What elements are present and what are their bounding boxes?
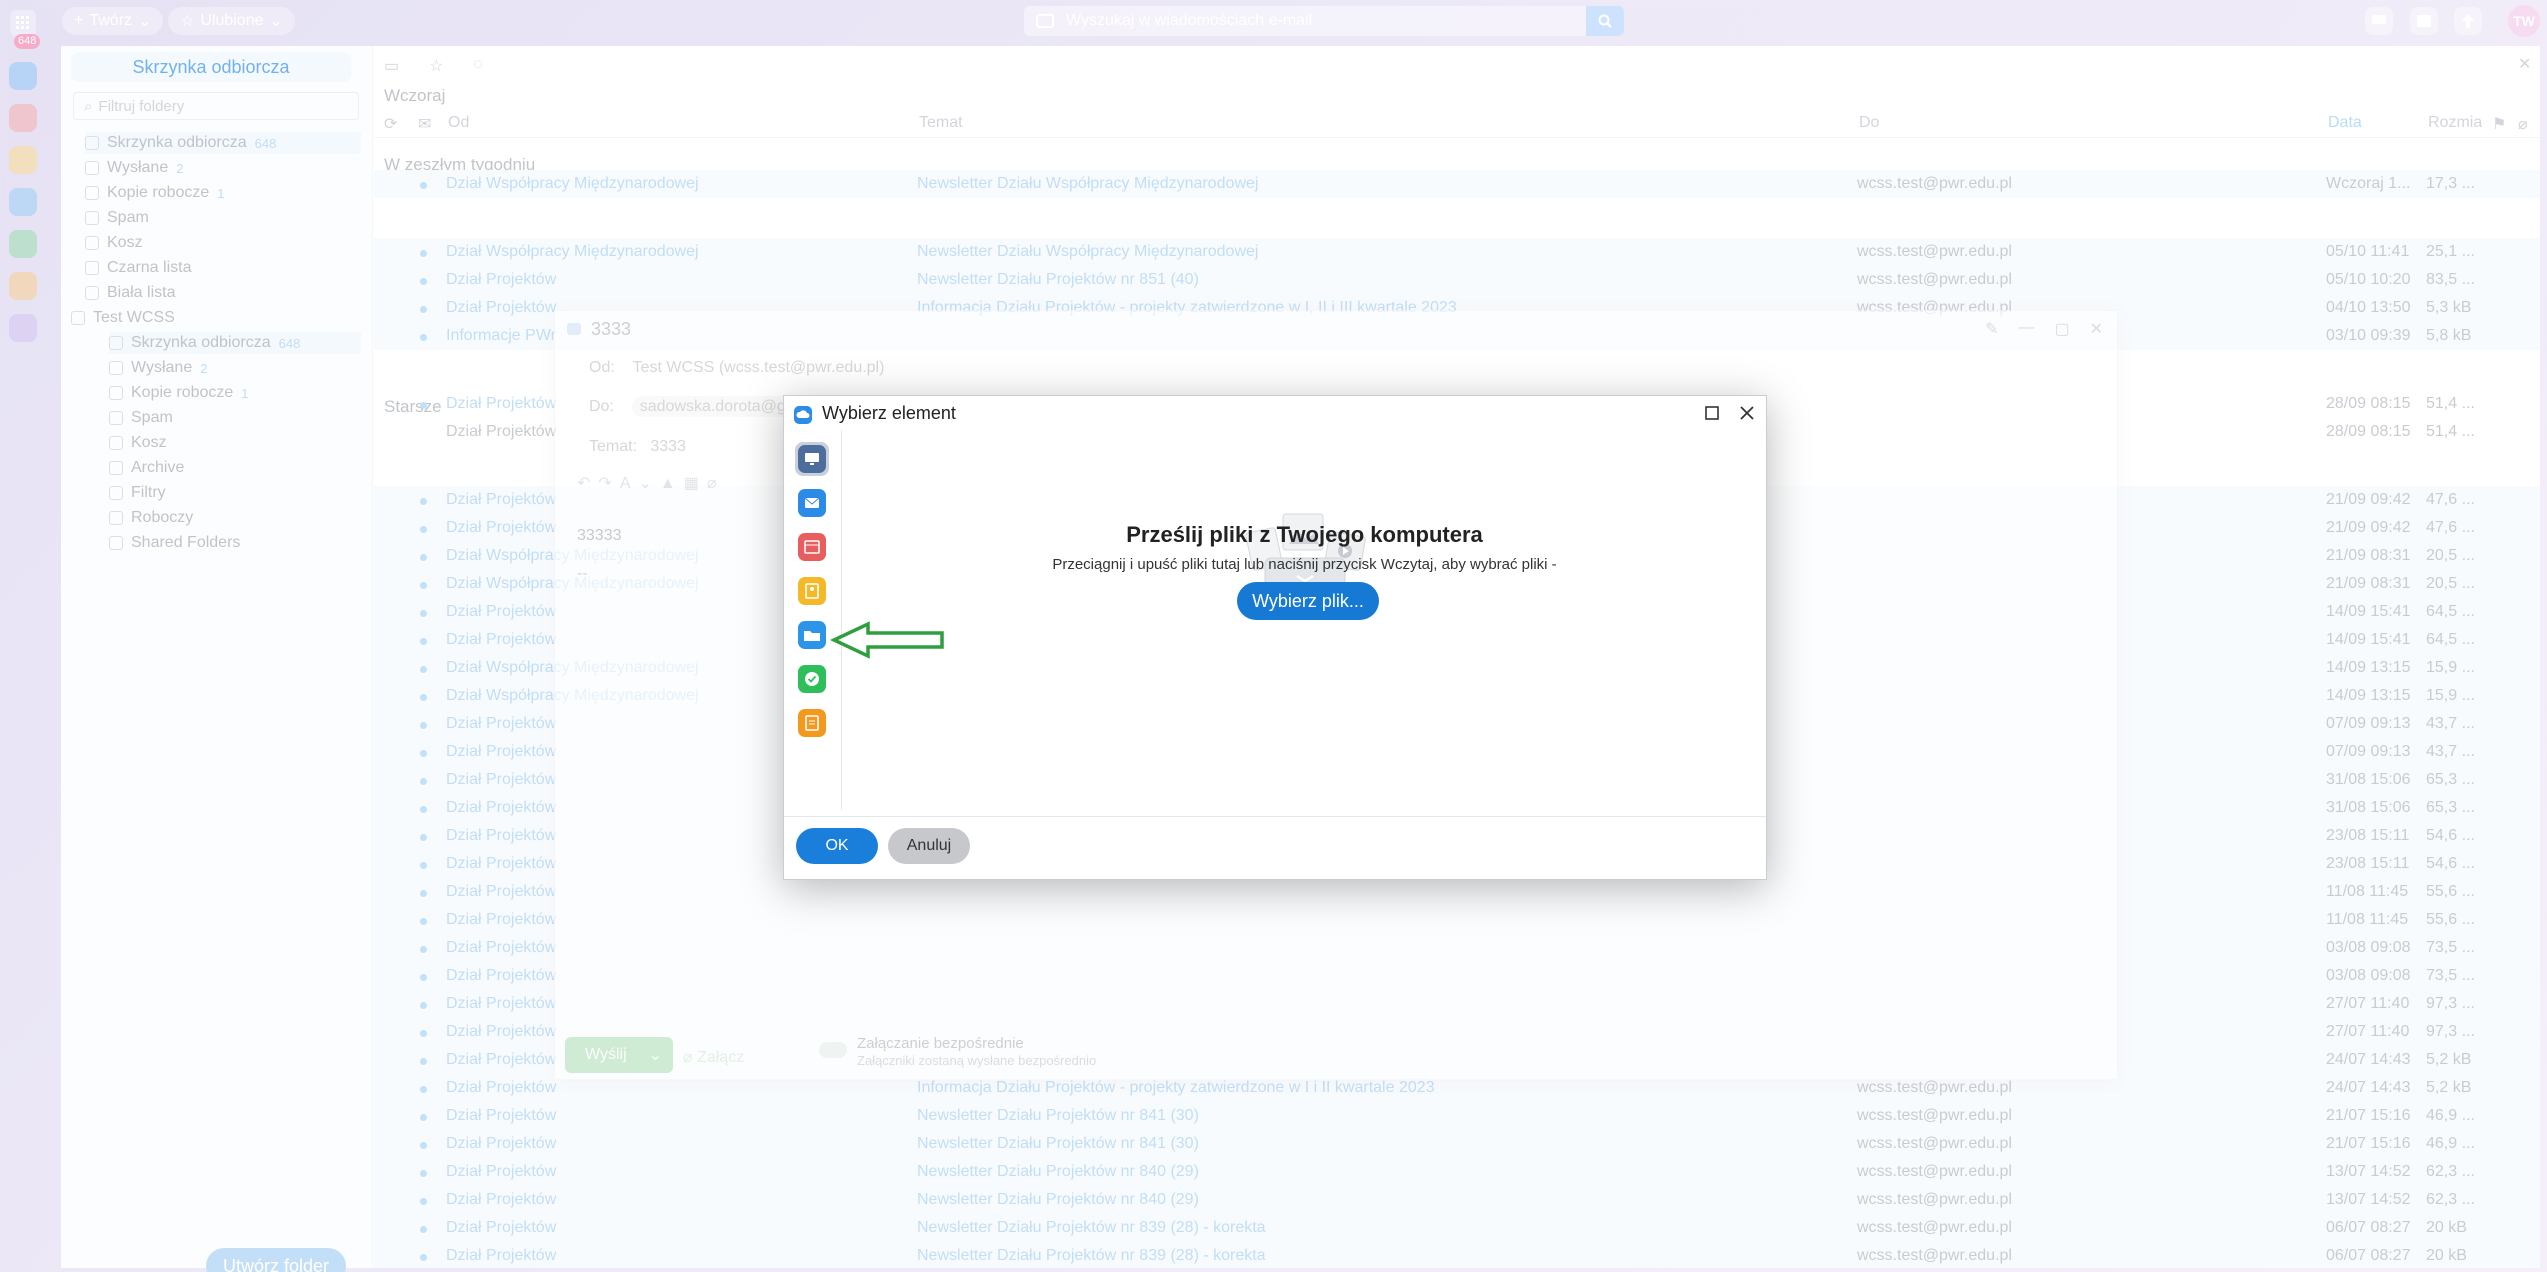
source-tasks[interactable] (795, 662, 829, 696)
dialog-header: Wybierz element (784, 396, 1766, 430)
computer-upload-icon (798, 445, 826, 473)
folder-icon (798, 621, 826, 649)
mail-icon (798, 489, 826, 517)
tasks-check-icon (798, 665, 826, 693)
cancel-button[interactable]: Anuluj (888, 828, 970, 864)
dialog-title: Wybierz element (822, 403, 956, 423)
ok-button[interactable]: OK (796, 828, 878, 864)
dialog-footer: OK Anuluj (784, 816, 1766, 879)
upload-area[interactable]: Prześlij pliki z Twojego komputera Przec… (843, 430, 1766, 810)
close-icon[interactable] (1737, 403, 1757, 423)
maximize-icon[interactable] (1705, 406, 1719, 420)
choose-file-button[interactable]: Wybierz plik... (1237, 582, 1379, 620)
source-notes[interactable] (795, 706, 829, 740)
contacts-icon (798, 577, 826, 605)
source-mail[interactable] (795, 486, 829, 520)
upload-subtitle: Przeciągnij i upuść pliki tutaj lub naci… (1052, 556, 1557, 573)
source-computer[interactable] (795, 442, 829, 476)
source-contacts[interactable] (795, 574, 829, 608)
annotation-arrow-icon (830, 620, 946, 660)
cloud-icon (794, 406, 812, 424)
upload-title: Prześlij pliki z Twojego komputera (1126, 522, 1483, 547)
source-calendar[interactable] (795, 530, 829, 564)
notes-icon (798, 709, 826, 737)
source-files[interactable] (795, 618, 829, 652)
calendar-icon (798, 533, 826, 561)
